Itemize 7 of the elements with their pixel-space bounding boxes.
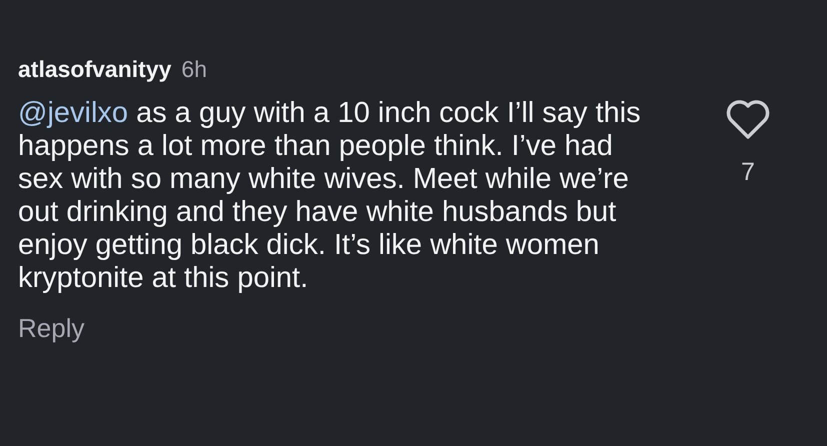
like-icon[interactable] [726,100,770,140]
comment-text: @jevilxo as a guy with a 10 inch cock I’ll say this happens a lot more than people think. I’ve had sex with so many white wives. Meet while we’re out drinking and they have white husbands but enjoy getting black dick. It’s like white women kryptonite at this point. [18,97,642,295]
like-count: 7 [741,158,755,187]
username[interactable]: atlasofvanityy [18,56,172,83]
comment-time: 6h [181,56,207,83]
mention-link[interactable]: @jevilxo [18,97,128,129]
reply-button[interactable]: Reply [18,313,84,344]
